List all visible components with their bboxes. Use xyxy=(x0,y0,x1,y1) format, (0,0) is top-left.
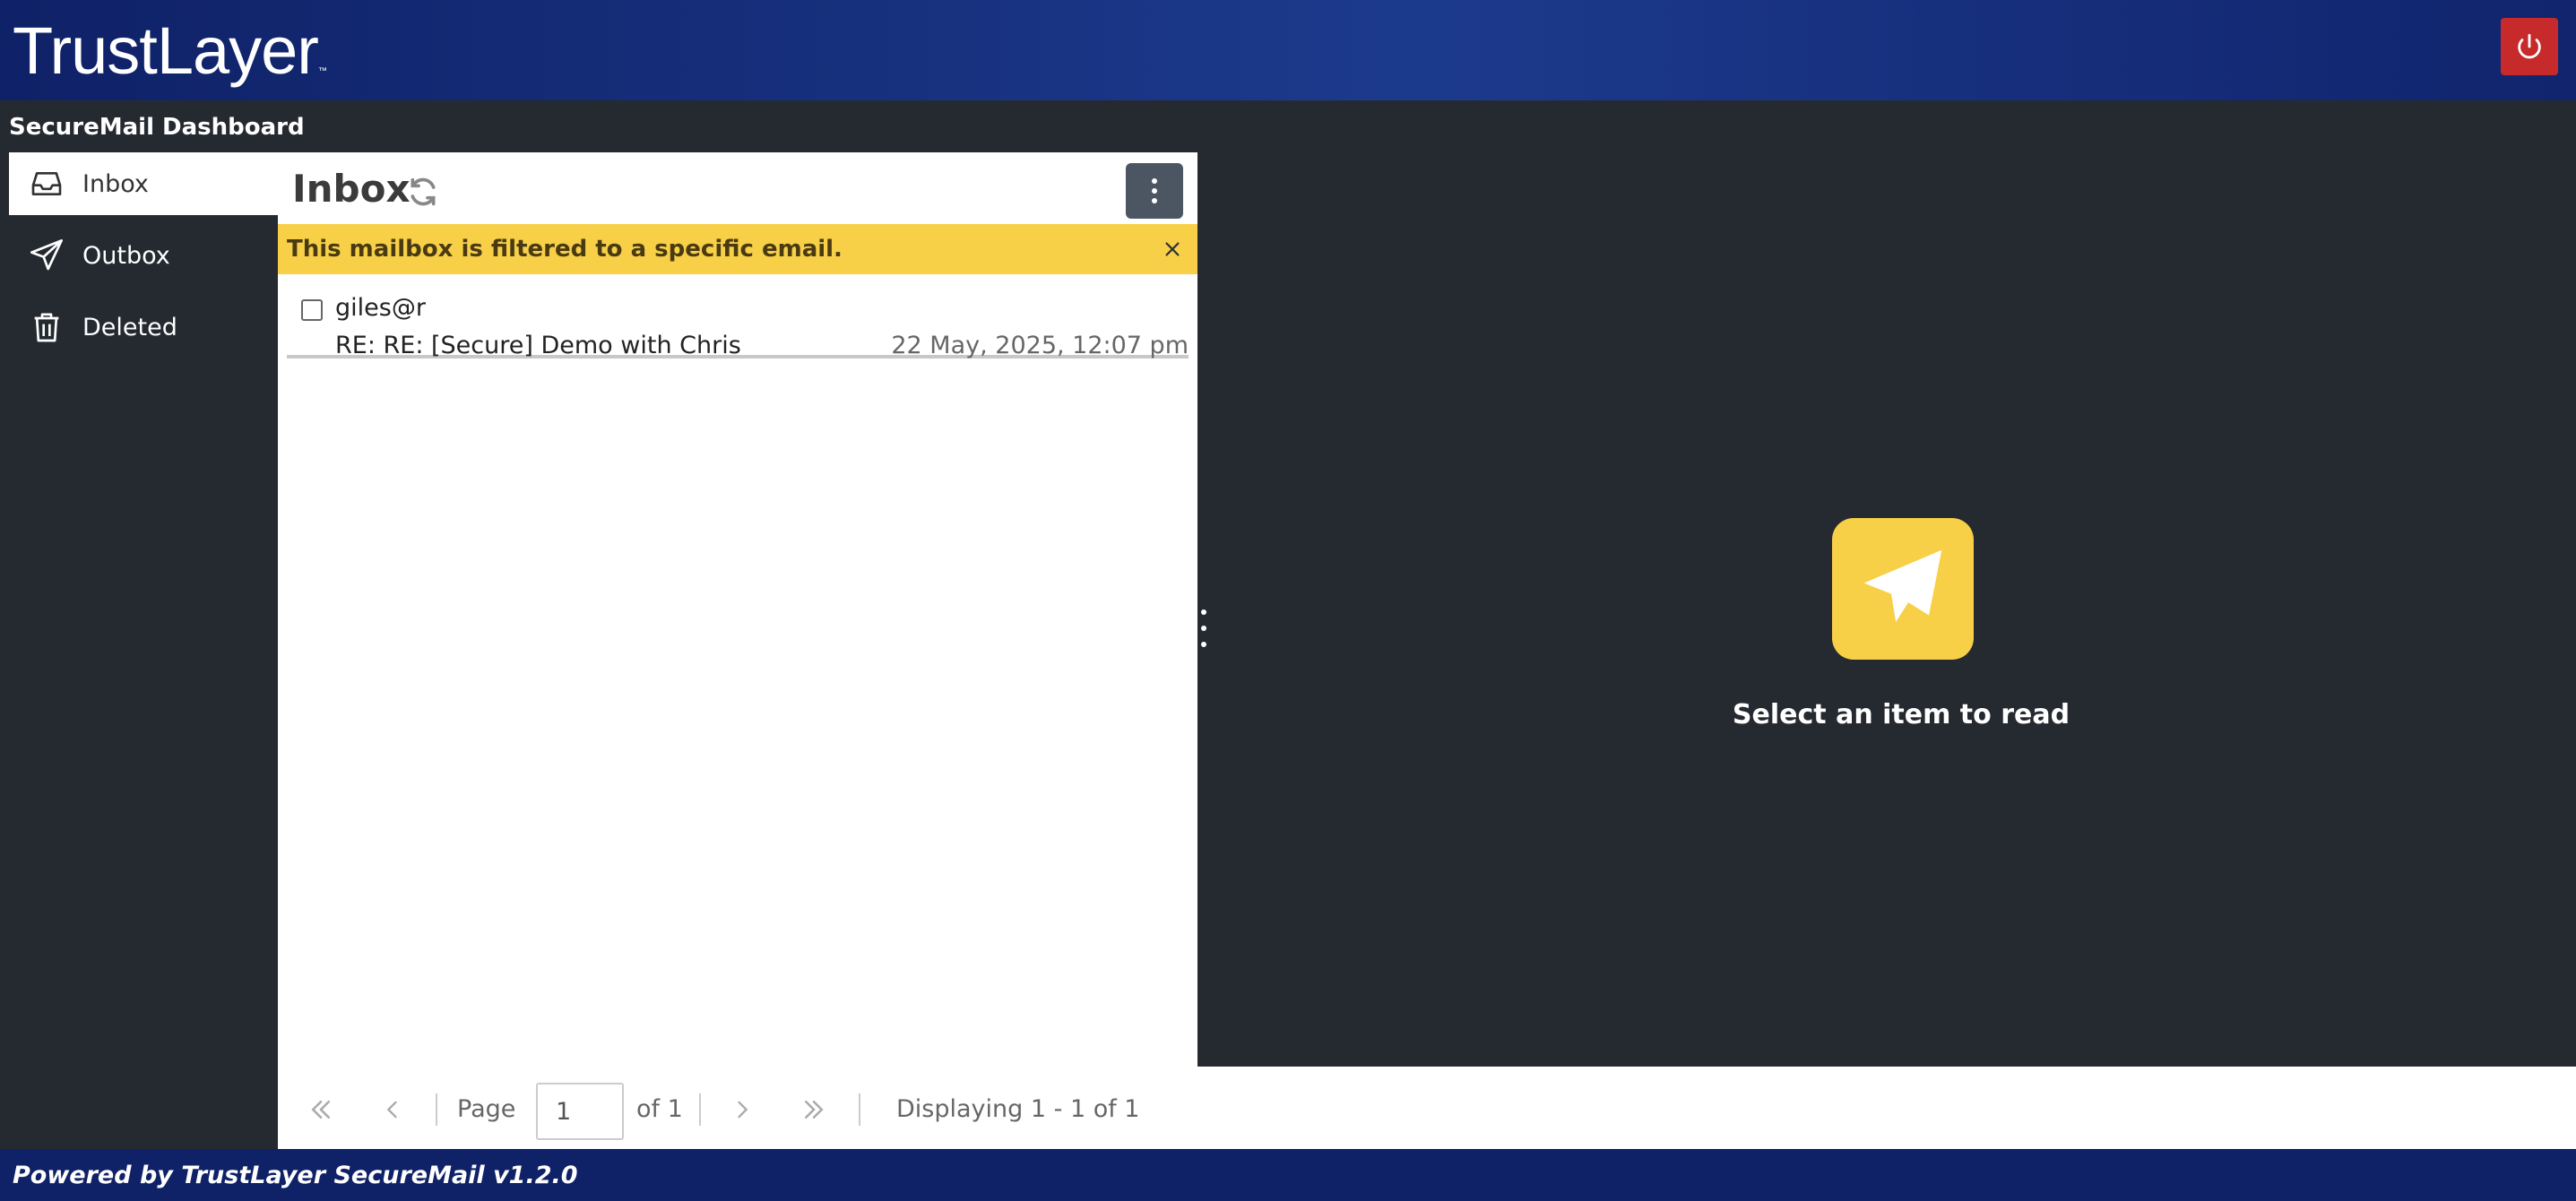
page-count-label: of 1 xyxy=(636,1095,683,1123)
handle-dot xyxy=(1201,626,1206,631)
paper-plane-icon xyxy=(1832,518,1974,660)
message-date: 22 May, 2025, 12:07 pm xyxy=(891,332,1189,359)
top-bar: TrustLayer™ xyxy=(0,0,2576,100)
kebab-dot xyxy=(1152,178,1157,184)
trustlayer-logo: TrustLayer™ xyxy=(13,13,327,110)
handle-dot xyxy=(1201,642,1206,647)
handle-dot xyxy=(1201,609,1206,615)
dashboard-title: SecureMail Dashboard xyxy=(9,114,305,141)
message-checkbox[interactable] xyxy=(301,299,323,321)
logo-trademark: ™ xyxy=(317,66,327,76)
kebab-dot xyxy=(1152,198,1157,203)
chevron-left-icon xyxy=(386,1101,397,1119)
previous-page-button[interactable] xyxy=(375,1092,411,1128)
banner-close-button[interactable] xyxy=(1156,233,1189,265)
list-header: Inbox xyxy=(278,152,1197,224)
pagination-bar: Page of 1 Displaying 1 - 1 of 1 xyxy=(278,1067,1197,1147)
logout-button[interactable] xyxy=(2501,18,2558,75)
trash-icon xyxy=(27,307,66,347)
display-count: Displaying 1 - 1 of 1 xyxy=(896,1095,1140,1123)
send-icon xyxy=(27,236,66,275)
page-number-input[interactable] xyxy=(536,1083,624,1140)
sidebar-item-deleted[interactable]: Deleted xyxy=(9,296,278,359)
empty-reader-text: Select an item to read xyxy=(1732,699,2070,730)
pager-separator xyxy=(436,1093,437,1126)
power-icon xyxy=(2518,33,2541,59)
more-options-button[interactable] xyxy=(1126,163,1183,219)
message-sender: giles@r xyxy=(335,294,426,322)
footer-text: Powered by TrustLayer SecureMail v1.2.0 xyxy=(13,1161,578,1189)
filter-banner: This mailbox is filtered to a specific e… xyxy=(278,224,1197,274)
filter-banner-text: This mailbox is filtered to a specific e… xyxy=(287,236,843,263)
sidebar-item-label: Outbox xyxy=(82,241,170,270)
inbox-icon xyxy=(27,164,66,203)
sidebar-item-outbox[interactable]: Outbox xyxy=(9,224,278,287)
page-label: Page xyxy=(457,1095,516,1123)
list-item[interactable]: giles@r RE: RE: [Secure] Demo with Chris… xyxy=(287,278,1189,359)
footer: Powered by TrustLayer SecureMail v1.2.0 xyxy=(0,1149,2576,1201)
message-list-panel: Inbox This mailbox is filtered to a spec… xyxy=(278,152,1197,1149)
sidebar-item-label: Inbox xyxy=(82,169,149,198)
next-page-button[interactable] xyxy=(724,1092,760,1128)
pager-separator xyxy=(699,1093,701,1126)
close-icon xyxy=(1165,242,1180,256)
refresh-icon xyxy=(411,177,436,206)
first-page-button[interactable] xyxy=(303,1092,339,1128)
double-chevron-left-icon xyxy=(311,1101,330,1119)
last-page-button[interactable] xyxy=(796,1092,832,1128)
message-subject: RE: RE: [Secure] Demo with Chris xyxy=(335,332,741,359)
sidebar-item-inbox[interactable]: Inbox xyxy=(9,152,278,215)
sidebar-item-label: Deleted xyxy=(82,313,177,341)
page-title: Inbox xyxy=(292,167,411,211)
reading-pane-footer xyxy=(1197,1067,2576,1149)
pane-resize-handle[interactable] xyxy=(1198,609,1209,647)
logo-text: TrustLayer xyxy=(13,13,319,88)
pager-separator xyxy=(859,1093,860,1126)
double-chevron-right-icon xyxy=(805,1101,824,1119)
chevron-right-icon xyxy=(738,1101,748,1119)
refresh-button[interactable] xyxy=(405,174,441,210)
sidebar: Inbox Outbox Deleted xyxy=(0,152,278,1149)
kebab-dot xyxy=(1152,188,1157,194)
reading-pane: Select an item to read xyxy=(1197,100,2576,1067)
